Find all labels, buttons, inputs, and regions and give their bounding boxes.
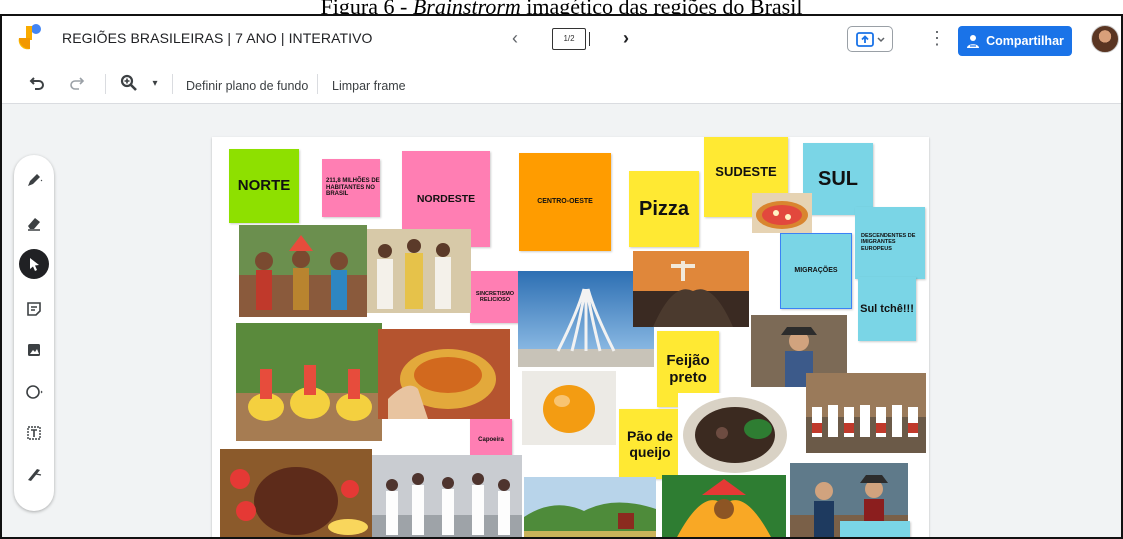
photo-religious-celebration[interactable] bbox=[367, 229, 471, 313]
tool-palette bbox=[14, 155, 54, 511]
undo-icon[interactable] bbox=[28, 74, 46, 94]
photo-acaraje-food[interactable] bbox=[378, 329, 510, 419]
image-icon[interactable] bbox=[19, 335, 49, 365]
next-frame-button[interactable]: › bbox=[618, 28, 634, 48]
photo-capoeira-group[interactable] bbox=[372, 455, 522, 537]
photo-festival-dancers[interactable] bbox=[236, 323, 382, 441]
photo-german-festival-dancers[interactable] bbox=[806, 373, 926, 453]
text-box-icon[interactable] bbox=[19, 418, 49, 448]
person-add-icon bbox=[967, 35, 980, 48]
sticky-note-sul[interactable]: SUL bbox=[803, 143, 873, 215]
photo-pequi-fruit[interactable] bbox=[522, 371, 616, 445]
sticky-note-partial[interactable] bbox=[840, 521, 910, 537]
toolbar-divider bbox=[172, 74, 173, 94]
more-vert-icon[interactable]: ⋮ bbox=[928, 28, 946, 50]
clear-frame-button[interactable]: Limpar frame bbox=[332, 79, 406, 93]
set-background-button[interactable]: Definir plano de fundo bbox=[186, 79, 308, 93]
circle-shape-icon[interactable] bbox=[19, 377, 49, 407]
sticky-note-centro-oeste[interactable]: CENTRO-OESTE bbox=[519, 153, 611, 251]
sticky-note-habitantes[interactable]: 211,8 MILHÕES DE HABITANTES NO BRASIL bbox=[322, 159, 380, 217]
frame-indicator[interactable]: 1/2 bbox=[552, 28, 590, 50]
sticky-note-pizza[interactable]: Pizza bbox=[629, 171, 699, 247]
canvas-area: NORTE 211,8 MILHÕES DE HABITANTES NO BRA… bbox=[2, 104, 1121, 537]
sticky-note-pao-de-queijo[interactable]: Pão de queijo bbox=[619, 409, 681, 479]
present-icon bbox=[856, 32, 885, 47]
photo-pizza[interactable] bbox=[752, 193, 812, 233]
previous-frame-button[interactable]: ‹ bbox=[507, 28, 523, 48]
laser-icon[interactable] bbox=[19, 459, 49, 489]
jamboard-window: REGIÕES BRASILEIRAS | 7 ANO | INTERATIVO… bbox=[0, 14, 1123, 539]
select-arrow-icon[interactable] bbox=[19, 249, 49, 279]
sticky-note-migracoes[interactable]: MIGRAÇÕES bbox=[780, 233, 852, 309]
present-button[interactable] bbox=[847, 26, 893, 52]
sticky-note-sul-tche[interactable]: Sul tchê!!! bbox=[858, 277, 916, 341]
toolbar-divider bbox=[317, 74, 318, 94]
photo-feijoada-dish[interactable] bbox=[678, 393, 792, 477]
sticky-note-descendentes[interactable]: DESCENDENTES DE IMIGRANTES EUROPEUS bbox=[855, 207, 925, 279]
jamboard-logo[interactable] bbox=[16, 24, 42, 54]
photo-acai-bowl[interactable] bbox=[220, 449, 372, 537]
pen-icon[interactable] bbox=[19, 165, 49, 195]
editor-toolbar: ▾ Definir plano de fundo Limpar frame bbox=[2, 62, 1121, 104]
document-title[interactable]: REGIÕES BRASILEIRAS | 7 ANO | INTERATIVO bbox=[62, 30, 373, 46]
photo-christ-redeemer[interactable] bbox=[633, 251, 749, 327]
photo-countryside-landscape[interactable] bbox=[524, 477, 656, 537]
sticky-note-norte[interactable]: NORTE bbox=[229, 149, 299, 223]
sticky-note-icon[interactable] bbox=[19, 294, 49, 324]
redo-icon[interactable] bbox=[68, 74, 86, 94]
jamboard-frame[interactable]: NORTE 211,8 MILHÕES DE HABITANTES NO BRA… bbox=[212, 137, 929, 537]
zoom-icon[interactable] bbox=[119, 74, 139, 94]
sticky-note-sincretismo[interactable]: SINCRETISMO RELICIOSO bbox=[470, 271, 520, 323]
chevron-down-icon[interactable]: ▾ bbox=[148, 74, 162, 94]
photo-indigenous-people[interactable] bbox=[239, 225, 367, 317]
avatar[interactable] bbox=[1091, 25, 1119, 53]
top-bar: REGIÕES BRASILEIRAS | 7 ANO | INTERATIVO… bbox=[2, 16, 1121, 62]
toolbar-divider bbox=[105, 74, 106, 94]
photo-carnival-costume[interactable] bbox=[662, 475, 786, 537]
share-button[interactable]: Compartilhar bbox=[958, 26, 1072, 56]
eraser-icon[interactable] bbox=[19, 208, 49, 238]
